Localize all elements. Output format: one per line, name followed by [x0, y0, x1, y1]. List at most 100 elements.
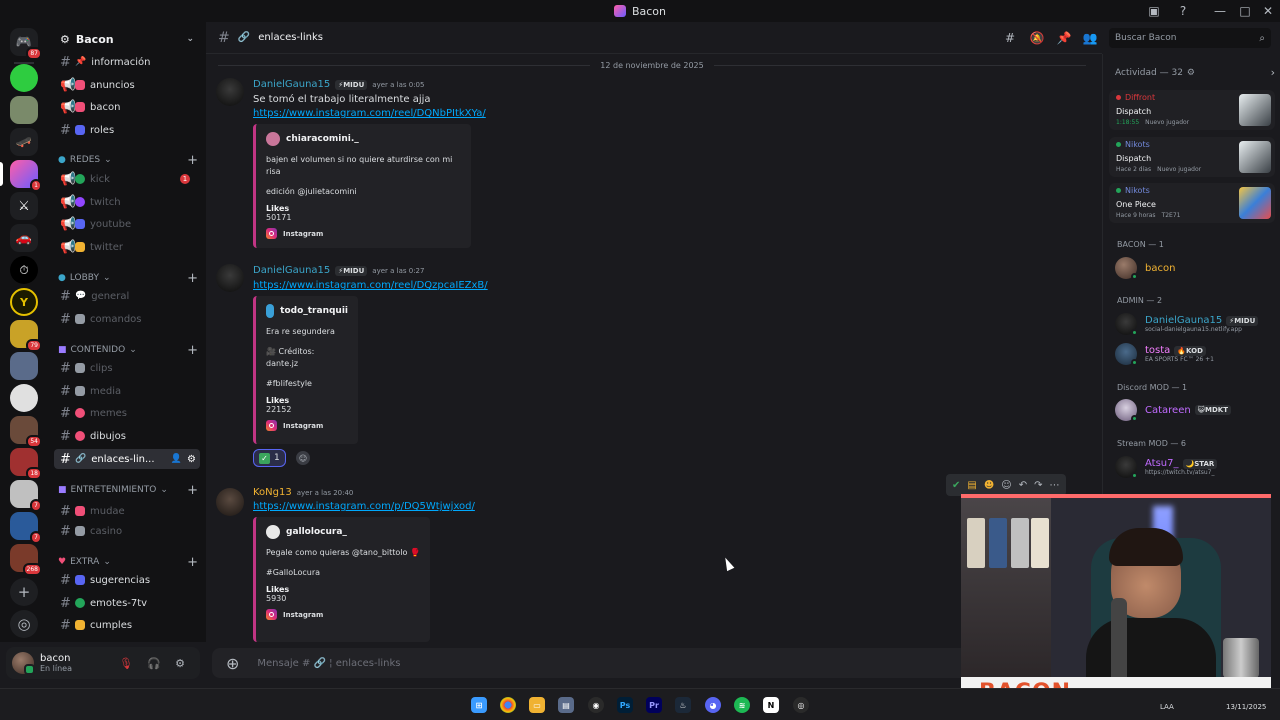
channel-item[interactable]: # cumples [54, 615, 200, 635]
keyboard-language[interactable]: LAA [1160, 703, 1174, 711]
avatar[interactable] [216, 488, 244, 516]
channel-item[interactable]: 📢 twitter [54, 237, 200, 257]
laugh-emoji-icon[interactable]: ☻ [984, 480, 994, 491]
message-author[interactable]: DanielGauna15 [253, 79, 330, 90]
member-item[interactable]: bacon [1115, 256, 1275, 280]
add-channel-icon[interactable]: + [187, 343, 198, 358]
add-reaction-icon[interactable]: ☺ [1001, 480, 1011, 491]
inbox-icon[interactable]: ▣ [1142, 0, 1166, 22]
avatar[interactable] [216, 264, 244, 292]
server-icon[interactable] [10, 96, 38, 124]
maximize-button[interactable]: □ [1233, 0, 1257, 22]
search-input[interactable]: Buscar Bacon ⌕ [1109, 28, 1271, 48]
server-icon[interactable]: 18 [10, 448, 42, 480]
category-redes[interactable]: ● REDES ⌄ + [58, 152, 198, 168]
server-icon[interactable]: 🛹 [10, 128, 38, 156]
github-icon[interactable]: ◉ [588, 697, 604, 713]
channel-item[interactable]: # emotes-7tv [54, 593, 200, 613]
app-icon[interactable]: ▤ [558, 697, 574, 713]
add-reaction-icon[interactable]: ☺ [296, 451, 310, 465]
channel-item[interactable]: # media [54, 381, 200, 401]
add-channel-icon[interactable]: + [187, 483, 198, 498]
windows-start-icon[interactable]: ⊞ [471, 697, 487, 713]
attach-plus-icon[interactable]: ⊕ [226, 654, 239, 673]
message-link[interactable]: https://www.instagram.com/reel/DQNbPItkX… [253, 108, 486, 119]
server-icon-bacon[interactable]: 1 [10, 160, 42, 192]
message-author[interactable]: DanielGauna15 [253, 265, 330, 276]
chrome-icon[interactable] [500, 697, 516, 713]
activity-header[interactable]: Actividad — 32 ⚙ › [1115, 66, 1275, 79]
gear-icon[interactable]: ⚙ [172, 655, 188, 671]
check-emoji-icon[interactable]: ✔ [952, 480, 960, 491]
member-item[interactable]: tosta 🔥KOD EA SPORTS FC™ 26 +1 [1115, 342, 1275, 366]
channel-item[interactable]: # 💬 general [54, 286, 200, 306]
embed-author[interactable]: chiaracomini._ [266, 132, 461, 146]
server-icon[interactable]: ⚔ [10, 192, 38, 220]
bell-muted-icon[interactable]: 🔕 [1029, 30, 1045, 46]
help-icon[interactable]: ? [1171, 0, 1195, 22]
notion-icon[interactable]: N [763, 697, 779, 713]
spotify-icon[interactable]: ≋ [734, 697, 750, 713]
file-explorer-icon[interactable]: ▭ [529, 697, 545, 713]
taskbar-date[interactable]: 13/11/2025 [1226, 703, 1266, 711]
channel-item[interactable]: # roles [54, 120, 200, 140]
more-icon[interactable]: ⋯ [1050, 480, 1060, 491]
server-icon[interactable]: Y [10, 288, 38, 316]
invite-icon[interactable]: 👤 [171, 454, 182, 464]
reply-icon[interactable]: ↶ [1019, 480, 1027, 491]
channel-item[interactable]: # comandos [54, 309, 200, 329]
user-names[interactable]: bacon En línea [40, 653, 72, 673]
embed-author[interactable]: todo_tranquii [266, 304, 348, 318]
chevron-right-icon[interactable]: › [1271, 66, 1275, 79]
channel-item[interactable]: 📢 bacon [54, 97, 200, 117]
gear-icon[interactable]: ⚙ [187, 454, 196, 465]
channel-item[interactable]: # sugerencias [54, 570, 200, 590]
channel-item[interactable]: # clips [54, 358, 200, 378]
embed-author[interactable]: gallolocura_ [266, 525, 420, 539]
server-icon[interactable]: 79 [10, 320, 42, 352]
discord-icon[interactable]: ◕ [705, 697, 721, 713]
minimize-button[interactable]: — [1208, 0, 1232, 22]
channel-item[interactable]: 📢 youtube [54, 214, 200, 234]
channel-item[interactable]: 📢 twitch [54, 192, 200, 212]
activity-card[interactable]: Nikots Dispatch Hace 2 días Nuevo jugador [1109, 137, 1275, 177]
server-icon[interactable]: ⏱ [10, 256, 38, 284]
channel-item[interactable]: # memes [54, 403, 200, 423]
forward-icon[interactable]: ↷ [1034, 480, 1042, 491]
server-icon[interactable]: 268 [10, 544, 42, 576]
obs-icon[interactable]: ◎ [793, 697, 809, 713]
server-icon[interactable] [10, 64, 38, 92]
server-icon[interactable] [10, 384, 38, 412]
threads-icon[interactable]: # [1002, 30, 1018, 46]
server-icon[interactable]: 7 [10, 480, 42, 512]
category-extra[interactable]: ♥ EXTRA ⌄ + [58, 554, 198, 570]
flag-emoji-icon[interactable]: ▤ [967, 480, 976, 491]
channel-item[interactable]: # dibujos [54, 426, 200, 446]
add-channel-icon[interactable]: + [187, 555, 198, 570]
add-channel-icon[interactable]: + [187, 153, 198, 168]
avatar[interactable] [216, 78, 244, 106]
activity-card[interactable]: Nikots One Piece Hace 9 horas T2E71 [1109, 183, 1275, 223]
channel-item[interactable]: 📢 anuncios [54, 75, 200, 95]
pin-icon[interactable]: 📌 [1056, 30, 1072, 46]
add-server-icon[interactable]: + [10, 578, 38, 606]
channel-item-enlaces-links[interactable]: # 🔗 enlaces-lin... 👤 ⚙ [54, 449, 200, 469]
category-lobby[interactable]: ● LOBBY ⌄ + [58, 270, 198, 286]
message-link[interactable]: https://www.instagram.com/p/DQ5Wtjwjxod/ [253, 501, 475, 512]
server-icon[interactable]: 54 [10, 416, 42, 448]
server-icon[interactable] [10, 352, 38, 380]
mic-muted-icon[interactable]: 🎙 [118, 655, 134, 671]
member-item[interactable]: Catareen 😺MDKT [1115, 398, 1275, 422]
message-link[interactable]: https://www.instagram.com/reel/DQzpcaIEZ… [253, 280, 488, 291]
premiere-icon[interactable]: Pr [646, 697, 662, 713]
members-icon[interactable]: 👥 [1082, 30, 1098, 46]
photoshop-icon[interactable]: Ps [617, 697, 633, 713]
member-item[interactable]: Atsu7_ 🌙STAR https://twitch.tv/atsu7_ [1115, 455, 1275, 479]
server-header[interactable]: ⚙ Bacon ⌄ [52, 26, 202, 52]
add-channel-icon[interactable]: + [187, 271, 198, 286]
message-input[interactable]: ⊕ Mensaje # 🔗 ¦ enlaces-links [212, 648, 1092, 678]
server-icon[interactable]: 7 [10, 512, 42, 544]
close-button[interactable]: ✕ [1256, 0, 1280, 22]
channel-item[interactable]: # mudae [54, 501, 200, 521]
message-author[interactable]: KoNg13 [253, 487, 292, 498]
